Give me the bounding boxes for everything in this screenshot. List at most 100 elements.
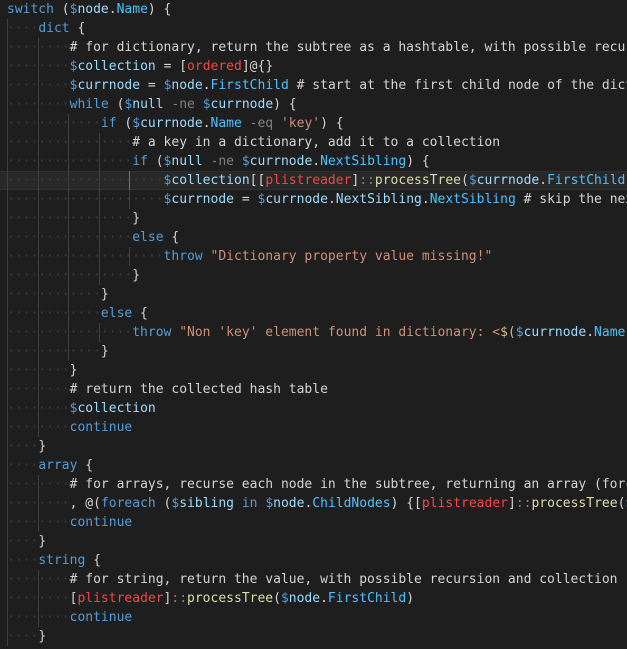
code-token: $ — [202, 97, 211, 112]
indent-guide — [68, 323, 69, 342]
code-token: Name — [116, 2, 148, 17]
code-token: collection — [77, 59, 156, 74]
code-token: NextSibling — [320, 154, 407, 169]
code-token: node — [288, 591, 321, 606]
code-line[interactable]: ········# for arrays, recurse each node … — [0, 475, 627, 494]
code-line[interactable]: ········# for dictionary, return the sub… — [0, 38, 627, 57]
code-line[interactable]: ····array { — [0, 456, 627, 475]
code-token: ( — [155, 496, 172, 511]
code-line[interactable]: ····} — [0, 437, 627, 456]
code-token: -ne — [210, 154, 234, 169]
code-line[interactable]: ····dict { — [0, 19, 627, 38]
code-token: { — [77, 458, 94, 473]
code-token: [[ — [249, 173, 266, 188]
indent-guide — [7, 133, 8, 152]
code-editor[interactable]: switch ($node.Name) {····dict {········#… — [0, 0, 627, 649]
code-line[interactable]: ····················throw "Dictionary pr… — [0, 247, 627, 266]
code-line[interactable]: ················} — [0, 266, 627, 285]
code-token: collection — [77, 401, 156, 416]
indent-guide — [37, 323, 39, 342]
code-token: $ — [265, 496, 274, 511]
indent-guide — [68, 190, 69, 209]
indent-guide — [98, 228, 100, 247]
code-token: . — [202, 116, 211, 131]
indent-whitespace: ···················· — [7, 173, 164, 188]
code-line[interactable]: ········# for string, return the value, … — [0, 570, 627, 589]
code-line[interactable]: ········, @(foreach ($sibling in $node.C… — [0, 494, 627, 513]
code-line[interactable]: ············if ($currnode.Name -eq 'key'… — [0, 114, 627, 133]
code-line[interactable]: ············} — [0, 342, 627, 361]
code-token: . — [421, 192, 430, 207]
code-token: # return the collected hash table — [69, 382, 328, 397]
code-token: ( — [116, 116, 133, 131]
code-line[interactable]: ········while ($null -ne $currnode) { — [0, 95, 627, 114]
code-token: = — [241, 192, 250, 207]
code-line[interactable]: ············else { — [0, 304, 627, 323]
code-line[interactable]: ················else { — [0, 228, 627, 247]
indent-guide — [7, 342, 8, 361]
code-line[interactable]: ····string { — [0, 551, 627, 570]
code-line[interactable]: ········continue — [0, 608, 627, 627]
code-line[interactable]: ····} — [0, 532, 627, 551]
code-token: plistreader — [421, 496, 508, 511]
indent-guide — [37, 95, 39, 114]
indent-guide — [7, 456, 8, 475]
code-line[interactable]: ····} — [0, 627, 627, 646]
indent-guide — [37, 190, 39, 209]
code-line[interactable]: ········} — [0, 361, 627, 380]
indent-guide — [129, 247, 130, 266]
code-token: $ — [515, 325, 524, 340]
code-token: in — [241, 496, 258, 511]
code-token: NextSibling — [335, 192, 422, 207]
code-line[interactable]: ········$collection — [0, 399, 627, 418]
code-line[interactable]: ················# a key in a dictionary,… — [0, 133, 627, 152]
code-line[interactable]: ········continue — [0, 418, 627, 437]
code-token: ) { — [273, 97, 297, 112]
code-token: node — [273, 496, 305, 511]
indent-guide — [98, 266, 100, 285]
code-token: } — [132, 268, 141, 283]
code-line[interactable]: ········# return the collected hash tabl… — [0, 380, 627, 399]
indent-guide — [7, 95, 8, 114]
code-token: ) { — [320, 116, 344, 131]
indent-whitespace: ················ — [7, 325, 133, 340]
code-line[interactable]: ················throw "Non 'key' element… — [0, 323, 627, 342]
indent-guide — [98, 323, 100, 342]
indent-guide — [98, 209, 100, 228]
indent-guide — [7, 361, 8, 380]
indent-guide — [7, 323, 8, 342]
indent-whitespace: ················ — [7, 211, 133, 226]
code-line[interactable]: ········$currnode = $node.FirstChild # s… — [0, 76, 627, 95]
code-token: $( — [500, 325, 516, 340]
code-line[interactable]: ········continue — [0, 513, 627, 532]
code-token: currnode — [140, 116, 203, 131]
indent-guide — [37, 228, 39, 247]
code-token: ) {[ — [390, 496, 422, 511]
code-line[interactable]: ····················$currnode = $currnod… — [0, 190, 627, 209]
code-token: , @( — [69, 496, 101, 511]
code-token: . — [108, 2, 117, 17]
code-line[interactable]: ········[plistreader]::processTree($node… — [0, 589, 627, 608]
indent-whitespace: ···· — [7, 629, 39, 644]
code-line[interactable]: ················} — [0, 209, 627, 228]
code-line[interactable]: ············} — [0, 285, 627, 304]
indent-guide — [7, 38, 8, 57]
indent-guide — [7, 266, 8, 285]
indent-guide — [68, 209, 69, 228]
code-line[interactable]: ···················· $ collection[[plistre… — [0, 171, 627, 190]
code-token: string — [38, 553, 86, 568]
indent-guide — [68, 247, 69, 266]
code-line[interactable]: ················if ($null -ne $currnode.… — [0, 152, 627, 171]
code-token: # a key in a dictionary, add it to a col… — [132, 135, 501, 150]
indent-guide — [7, 57, 8, 76]
indent-whitespace: ················ — [7, 230, 133, 245]
indent-whitespace: ············ — [7, 344, 101, 359]
code-line[interactable]: ········$collection = [ordered]@{} — [0, 57, 627, 76]
indent-guide — [68, 304, 69, 323]
indent-guide — [7, 247, 8, 266]
code-line[interactable]: switch ($node.Name) { — [0, 0, 627, 19]
code-token: ordered — [187, 59, 242, 74]
